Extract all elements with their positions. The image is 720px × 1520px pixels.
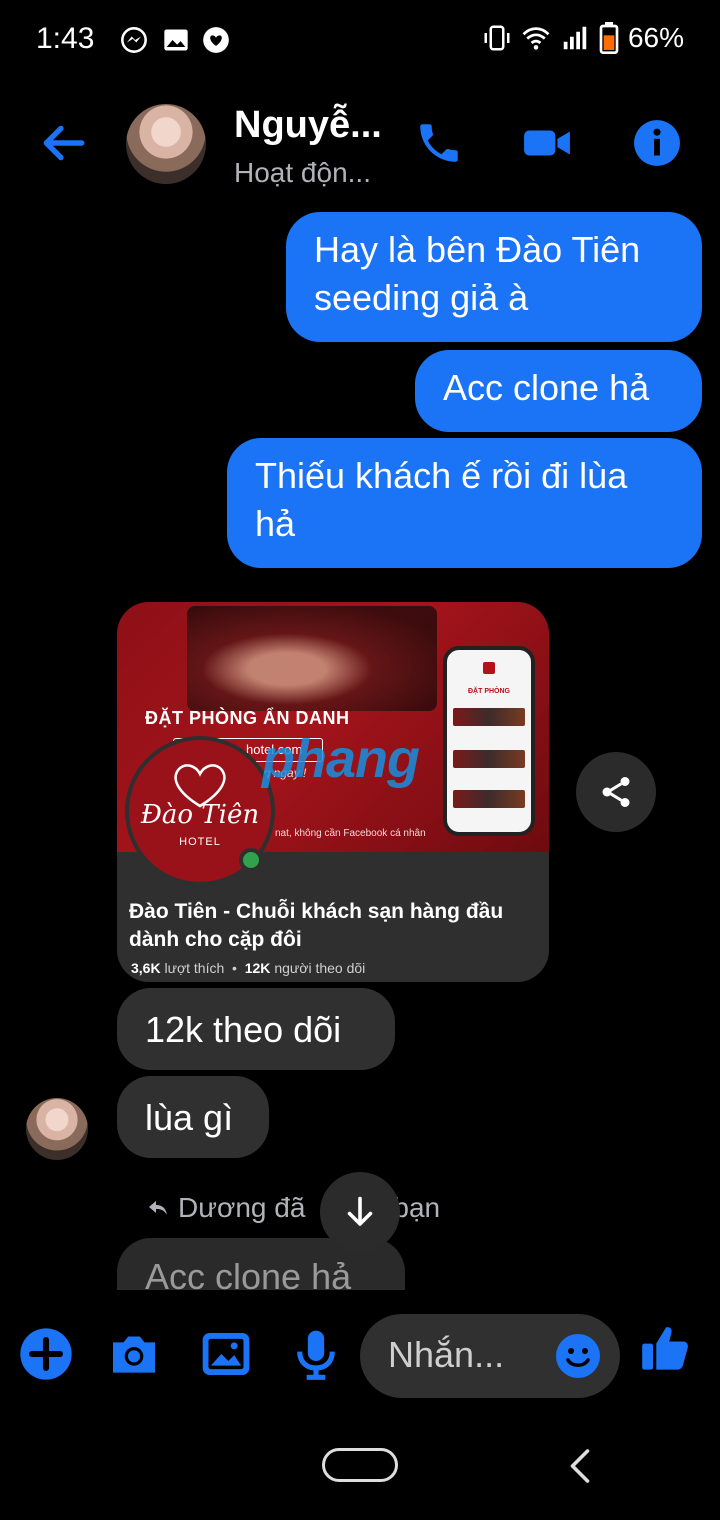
- microphone-icon[interactable]: [288, 1326, 344, 1382]
- contact-name[interactable]: Nguyễ...: [234, 104, 382, 147]
- message-text: Acc clone hả: [443, 367, 650, 408]
- message-line: Hay là bên Đào Tiên: [314, 229, 641, 270]
- add-icon[interactable]: [18, 1326, 74, 1382]
- cover-headline: ĐẶT PHÒNG ẨN DANH: [145, 708, 350, 728]
- message-line: hả: [255, 503, 296, 544]
- gallery-icon[interactable]: [198, 1326, 254, 1382]
- link-preview-card[interactable]: ĐẶT PHÒNG ẨN DANH hotel.com ng ngay ! na…: [117, 602, 549, 982]
- heart-chat-icon: [203, 27, 229, 53]
- arrow-down-icon: [347, 1196, 373, 1226]
- message-incoming[interactable]: 12k theo dõi: [117, 988, 395, 1070]
- logo-text: Đào Tiên: [140, 800, 260, 830]
- phone-mockup: ĐẶT PHÒNG: [443, 646, 535, 836]
- phone-title: ĐẶT PHÒNG: [468, 688, 510, 695]
- watermark: phang: [262, 729, 420, 789]
- share-icon: [602, 777, 630, 807]
- signal-icon: [563, 26, 587, 50]
- like-icon[interactable]: [640, 1322, 692, 1374]
- vibrate-icon: [484, 25, 510, 51]
- followers-count: 12K: [244, 960, 271, 976]
- message-input[interactable]: Nhắn...: [360, 1314, 620, 1398]
- contact-avatar[interactable]: [126, 104, 206, 184]
- message-text: lùa gì: [145, 1097, 234, 1138]
- page-stats: 3,6K lượt thích • 12K người theo dõi: [131, 960, 366, 976]
- wifi-icon: [522, 27, 550, 50]
- likes-label: lượt thích: [164, 960, 225, 976]
- message-outgoing[interactable]: Thiếu khách ế rồi đi lùa hả: [227, 438, 702, 568]
- sender-avatar[interactable]: [26, 1098, 88, 1160]
- likes-count: 3,6K: [131, 960, 161, 976]
- logo-subtext: HOTEL: [179, 836, 221, 848]
- message-line: Thiếu khách ế rồi đi lùa: [255, 455, 628, 496]
- message-outgoing[interactable]: Acc clone hả: [415, 350, 702, 432]
- camera-icon[interactable]: [106, 1326, 162, 1382]
- share-button[interactable]: [576, 752, 656, 832]
- message-incoming[interactable]: lùa gì: [117, 1076, 269, 1158]
- battery-percent: 66%: [627, 22, 684, 53]
- phone-icon[interactable]: [414, 118, 464, 168]
- info-icon[interactable]: [632, 118, 682, 168]
- scroll-to-bottom-button[interactable]: [320, 1172, 400, 1252]
- back-nav-icon[interactable]: [566, 1448, 594, 1484]
- battery-icon: [599, 22, 619, 54]
- status-time: 1:43: [36, 22, 95, 55]
- presence-status: Hoạt độn...: [234, 157, 371, 188]
- link-title: Đào Tiên - Chuỗi khách sạn hàng đầu dành…: [129, 900, 504, 951]
- status-indicators: 66%: [482, 22, 684, 54]
- followers-label: người theo dõi: [274, 960, 366, 976]
- message-text: 12k theo dõi: [145, 1009, 342, 1050]
- home-nav-button[interactable]: [322, 1448, 398, 1482]
- messenger-icon: [121, 27, 147, 53]
- image-icon: [164, 29, 188, 51]
- message-outgoing[interactable]: Hay là bên Đào Tiên seeding giả à: [286, 212, 702, 342]
- back-arrow-icon[interactable]: [38, 118, 88, 168]
- online-indicator: [239, 848, 263, 872]
- cover-footer-text: nat, không cần Facebook cá nhân: [275, 828, 426, 839]
- reply-text: Dương đã: [178, 1192, 306, 1223]
- reply-text-tail: bạn: [393, 1192, 441, 1223]
- video-call-icon[interactable]: [522, 118, 572, 168]
- cover-photo: [187, 606, 437, 711]
- reply-icon: [149, 1201, 167, 1215]
- message-input-placeholder: Nhắn...: [388, 1334, 505, 1375]
- message-line: seeding giả à: [314, 277, 529, 318]
- emoji-icon[interactable]: [554, 1332, 602, 1380]
